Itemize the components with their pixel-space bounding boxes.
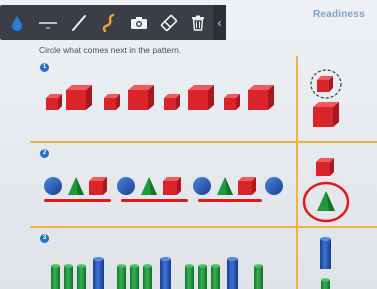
camera-button[interactable] bbox=[124, 5, 154, 40]
cube-small bbox=[224, 94, 240, 110]
trash-icon bbox=[192, 15, 204, 31]
pen-tool-button[interactable] bbox=[64, 5, 94, 40]
row2-answer-cube bbox=[316, 158, 334, 176]
cube-small bbox=[46, 94, 62, 110]
row1-cube-pattern bbox=[46, 85, 274, 110]
row3-answer-green-cylinder bbox=[321, 278, 330, 289]
thin-line-icon bbox=[39, 21, 57, 28]
camera-icon bbox=[131, 16, 147, 29]
cube-large bbox=[66, 85, 92, 110]
cube bbox=[238, 177, 256, 195]
cube-small bbox=[164, 94, 180, 110]
thin-line-button[interactable] bbox=[33, 5, 63, 40]
row2-answer-cone bbox=[317, 191, 335, 211]
sphere bbox=[117, 177, 135, 195]
chevron-left-icon: ‹ bbox=[217, 15, 222, 30]
collapse-toolbar-button[interactable]: ‹ bbox=[213, 5, 226, 40]
highlighter-tool-button[interactable] bbox=[94, 5, 124, 40]
cube-large bbox=[248, 85, 274, 110]
red-ink-underline bbox=[121, 199, 188, 202]
cube-large bbox=[128, 85, 154, 110]
cube bbox=[89, 177, 107, 195]
pattern-illustrations bbox=[44, 69, 350, 289]
eraser-icon bbox=[160, 14, 178, 31]
row3-answer-blue-cylinder bbox=[320, 237, 331, 269]
row1-answer-large-cube bbox=[313, 102, 339, 127]
annotation-toolbar bbox=[0, 5, 226, 40]
eraser-tool-button[interactable] bbox=[154, 5, 184, 40]
cube-large bbox=[188, 85, 214, 110]
pen-icon bbox=[72, 14, 86, 31]
delete-button[interactable] bbox=[183, 5, 213, 40]
sphere bbox=[44, 177, 62, 195]
row3-cylinder-pattern bbox=[51, 257, 263, 289]
ink-drop-icon bbox=[12, 15, 22, 31]
cube bbox=[163, 177, 181, 195]
red-ink-underline bbox=[198, 199, 262, 202]
worksheet-canvas: Readiness Circle what comes next in the … bbox=[0, 0, 377, 289]
ink-color-button[interactable] bbox=[2, 5, 32, 40]
red-ink-underline bbox=[44, 199, 111, 202]
row2-shape-pattern bbox=[44, 177, 283, 195]
sphere bbox=[265, 177, 283, 195]
sphere bbox=[193, 177, 211, 195]
highlighter-icon bbox=[102, 13, 115, 32]
row1-answer-small-cube bbox=[317, 76, 333, 92]
cube-small bbox=[104, 94, 120, 110]
